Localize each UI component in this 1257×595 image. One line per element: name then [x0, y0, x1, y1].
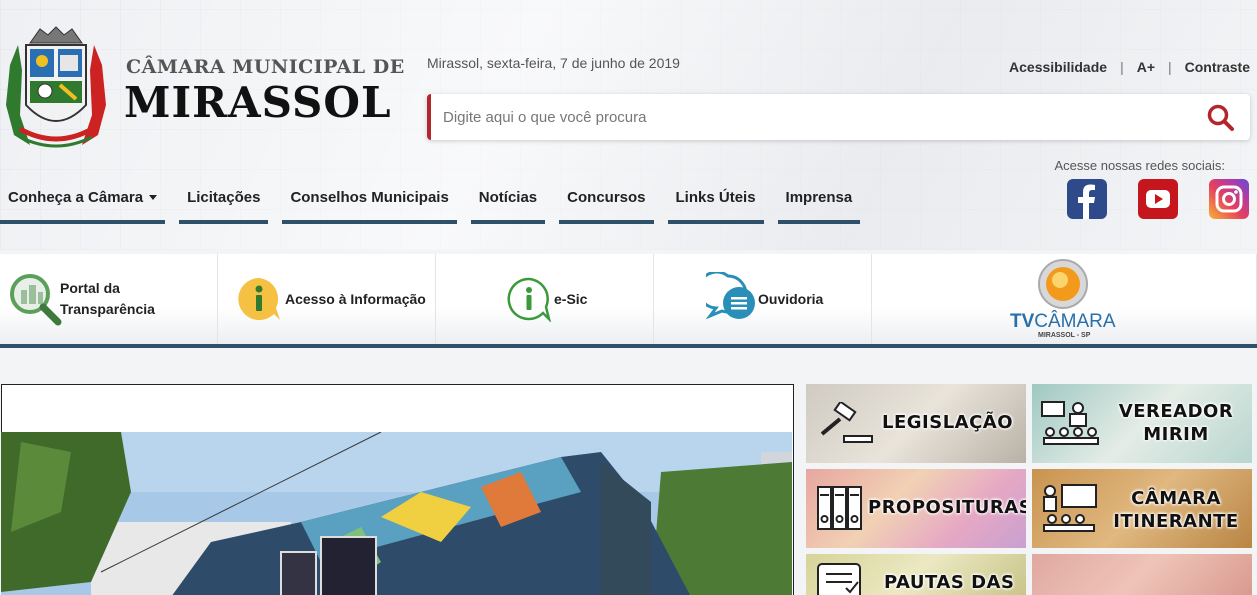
- current-date: Mirassol, sexta-feira, 7 de junho de 201…: [427, 55, 680, 71]
- nav-noticias[interactable]: Notícias: [470, 186, 546, 224]
- binders-icon: [817, 486, 862, 530]
- transparency-magnifier-icon: [10, 274, 62, 326]
- divider: |: [1120, 59, 1124, 75]
- chat-bubbles-icon: [706, 272, 755, 320]
- camara-label: CÂMARA: [1034, 311, 1116, 332]
- checklist-icon: [817, 563, 861, 595]
- transparency-label-line1: Portal da: [60, 280, 120, 296]
- social-label: Acesse nossas redes sociais:: [1054, 158, 1225, 173]
- portal-transparencia-link[interactable]: Portal da Transparência: [0, 254, 218, 344]
- search-input[interactable]: [443, 105, 1183, 129]
- esic-label: e-Sic: [554, 291, 588, 307]
- divider: |: [1168, 59, 1172, 75]
- instagram-icon[interactable]: [1209, 179, 1249, 219]
- nav-conheca-a-camara[interactable]: Conheça a Câmara: [0, 186, 166, 224]
- vereador-mirim-tile[interactable]: VEREADOR MIRIM: [1032, 384, 1252, 463]
- contrast-link[interactable]: Contraste: [1185, 59, 1250, 75]
- esic-link[interactable]: e-Sic: [436, 254, 654, 344]
- nav-label: Conheça a Câmara: [8, 189, 144, 206]
- search-bar: [427, 94, 1250, 140]
- legislacao-tile[interactable]: LEGISLAÇÃO: [806, 384, 1026, 463]
- acesso-informacao-link[interactable]: Acesso à Informação: [218, 254, 436, 344]
- coat-of-arms-icon[interactable]: [0, 25, 112, 153]
- caret-down-icon: [149, 195, 158, 200]
- accessibility-link[interactable]: Acessibilidade: [1009, 59, 1107, 75]
- font-increase-link[interactable]: A+: [1137, 59, 1155, 75]
- nav-label: Imprensa: [785, 189, 853, 206]
- tv-label: TV: [1010, 311, 1035, 332]
- nav-label: Concursos: [567, 189, 646, 206]
- transparency-label-line2: Transparência: [60, 301, 155, 317]
- vereador-label-line1: VEREADOR: [1118, 401, 1234, 422]
- ouvidoria-label: Ouvidoria: [758, 291, 824, 307]
- nav-label: Licitações: [187, 189, 261, 206]
- main-nav: Conheça a Câmara Licitações Conselhos Mu…: [0, 186, 874, 224]
- search-icon[interactable]: [1206, 103, 1236, 133]
- tv-camara-logo-icon: [1038, 259, 1088, 309]
- nav-label: Notícias: [478, 189, 538, 206]
- ouvidoria-link[interactable]: Ouvidoria: [654, 254, 872, 344]
- accessibility-links: Acessibilidade | A+ | Contraste: [1009, 59, 1250, 75]
- nav-licitacoes[interactable]: Licitações: [179, 186, 269, 224]
- itinerante-label-line1: CÂMARA: [1131, 488, 1221, 509]
- partial-tile[interactable]: [1032, 554, 1252, 595]
- facebook-icon[interactable]: [1067, 179, 1107, 219]
- brand-subtitle: CÂMARA MUNICIPAL DE: [126, 56, 405, 78]
- nav-conselhos-municipais[interactable]: Conselhos Municipais: [282, 186, 457, 224]
- classroom-icon: [1041, 401, 1099, 445]
- pautas-label: PAUTAS DAS: [884, 572, 1015, 593]
- proposituras-label: PROPOSITURAS: [868, 497, 1026, 518]
- gavel-icon: [820, 402, 873, 443]
- pautas-tile[interactable]: PAUTAS DAS: [806, 554, 1026, 595]
- tv-sub-label: MIRASSOL - SP: [1038, 332, 1091, 339]
- itinerante-label-line2: ITINERANTE: [1113, 511, 1239, 532]
- camara-itinerante-tile[interactable]: CÂMARA ITINERANTE: [1032, 469, 1252, 548]
- presentation-icon: [1043, 484, 1097, 532]
- info-outline-icon: [507, 277, 552, 322]
- nav-label: Links Úteis: [675, 189, 756, 206]
- info-bubble-icon: [238, 278, 280, 320]
- vereador-label-line2: MIRIM: [1143, 424, 1209, 445]
- nav-concursos[interactable]: Concursos: [559, 186, 654, 224]
- legislacao-label: LEGISLAÇÃO: [882, 412, 1014, 433]
- proposituras-tile[interactable]: PROPOSITURAS: [806, 469, 1026, 548]
- nav-links-uteis[interactable]: Links Úteis: [667, 186, 764, 224]
- youtube-icon[interactable]: [1138, 179, 1178, 219]
- quick-access-bar: Portal da Transparência Acesso à Informa…: [0, 254, 1257, 348]
- nav-imprensa[interactable]: Imprensa: [777, 186, 861, 224]
- acesso-label: Acesso à Informação: [285, 291, 426, 307]
- news-photo[interactable]: [1, 432, 792, 595]
- brand-title: MIRASSOL: [124, 78, 392, 127]
- nav-label: Conselhos Municipais: [290, 189, 449, 206]
- tv-camara-link[interactable]: TVCÂMARA MIRASSOL - SP: [872, 254, 1257, 344]
